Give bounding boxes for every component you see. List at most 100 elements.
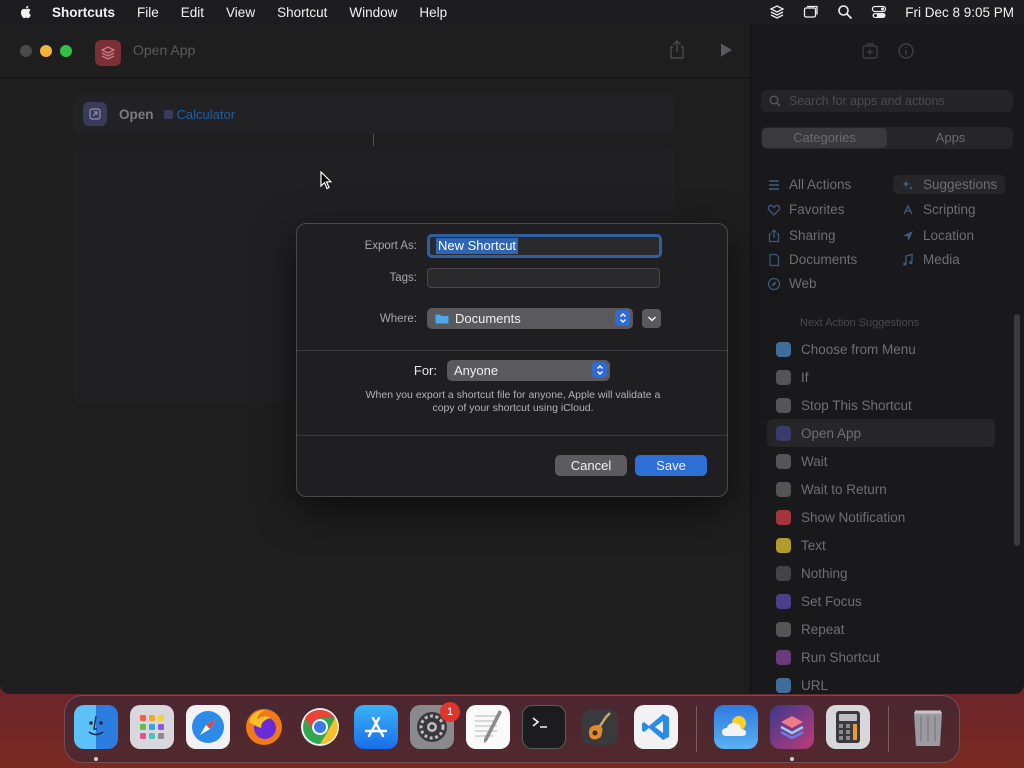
- shortcuts-running-indicator: [790, 757, 794, 761]
- category-sharing[interactable]: Sharing: [767, 228, 836, 243]
- menu-help[interactable]: Help: [419, 5, 447, 20]
- suggestion-item[interactable]: Nothing: [767, 559, 995, 587]
- run-shortcut-icon[interactable]: [718, 42, 734, 58]
- suggestion-label: Run Shortcut: [801, 649, 880, 665]
- category-location[interactable]: Location: [901, 228, 974, 243]
- close-window-button[interactable]: [20, 45, 32, 57]
- suggestion-item[interactable]: Text: [767, 531, 995, 559]
- info-icon[interactable]: [897, 42, 915, 60]
- category-suggestions[interactable]: Suggestions: [893, 175, 1006, 194]
- expand-dialog-button[interactable]: [642, 309, 661, 328]
- suggestion-item[interactable]: Stop This Shortcut: [767, 391, 995, 419]
- suggestion-item[interactable]: Wait: [767, 447, 995, 475]
- app-arrow-icon: [89, 108, 101, 120]
- share-icon[interactable]: [668, 40, 686, 60]
- chrome-icon[interactable]: [298, 705, 342, 749]
- shortcuts-icon[interactable]: [770, 705, 814, 749]
- terminal-icon[interactable]: [522, 705, 566, 749]
- suggestion-item[interactable]: URL: [767, 671, 995, 694]
- suggestion-item[interactable]: Set Focus: [767, 587, 995, 615]
- menu-shortcut[interactable]: Shortcut: [277, 5, 327, 20]
- suggestion-label: Nothing: [801, 565, 848, 581]
- suggestion-action-icon: [776, 453, 791, 469]
- app-store-icon[interactable]: [354, 705, 398, 749]
- menu-view[interactable]: View: [226, 5, 255, 20]
- zoom-window-button[interactable]: [60, 45, 72, 57]
- cancel-button[interactable]: Cancel: [555, 455, 627, 476]
- category-label: Location: [923, 228, 975, 243]
- control-center-icon[interactable]: [871, 4, 887, 20]
- save-button[interactable]: Save: [635, 455, 707, 476]
- next-action-suggestions-heading: Next Action Suggestions: [800, 317, 920, 329]
- layers-icon[interactable]: [769, 4, 785, 20]
- vscode-icon[interactable]: [634, 705, 678, 749]
- calculator-icon[interactable]: [826, 705, 870, 749]
- shortcut-icon[interactable]: [95, 40, 121, 66]
- category-media[interactable]: Media: [901, 252, 960, 267]
- export-as-selection: New Shortcut: [436, 238, 519, 254]
- suggestion-action-icon: [776, 369, 791, 385]
- textedit-icon[interactable]: [466, 705, 510, 749]
- minimize-window-button[interactable]: [40, 45, 52, 57]
- action-search-field[interactable]: [761, 90, 1013, 112]
- category-all-actions[interactable]: All Actions: [767, 177, 851, 192]
- category-web[interactable]: Web: [767, 276, 817, 291]
- export-dialog: Export As: New Shortcut Tags: Where: Doc…: [296, 223, 728, 497]
- safari-icon[interactable]: [186, 705, 230, 749]
- suggestion-action-icon: [776, 593, 791, 609]
- action-search-input[interactable]: [789, 94, 989, 108]
- suggestion-item[interactable]: If: [767, 363, 995, 391]
- music-note-icon: [903, 253, 913, 266]
- menu-app-name[interactable]: Shortcuts: [52, 5, 115, 20]
- panel-toolbar: [861, 42, 915, 60]
- dialog-divider: [297, 435, 727, 436]
- suggestion-label: Choose from Menu: [801, 341, 916, 357]
- suggestion-label: Wait: [801, 453, 828, 469]
- panel-scrollbar[interactable]: [1014, 314, 1020, 546]
- where-popup-button[interactable]: Documents: [427, 308, 633, 329]
- firefox-icon[interactable]: [242, 705, 286, 749]
- tags-field[interactable]: [427, 268, 660, 288]
- window-stack-icon[interactable]: [803, 4, 819, 20]
- for-popup-button[interactable]: Anyone: [447, 360, 610, 381]
- suggestion-action-icon: [776, 397, 791, 413]
- suggestion-item[interactable]: Choose from Menu: [767, 335, 995, 363]
- finder-icon[interactable]: [74, 705, 118, 749]
- category-scripting[interactable]: Scripting: [901, 202, 976, 217]
- library-segmented-control: Categories Apps: [761, 127, 1013, 149]
- suggestion-action-icon: [776, 677, 791, 693]
- menu-edit[interactable]: Edit: [181, 5, 204, 20]
- tab-apps[interactable]: Apps: [888, 127, 1013, 149]
- suggestion-action-icon: [776, 341, 791, 357]
- scripting-icon: [903, 204, 913, 214]
- where-label: Where:: [379, 313, 417, 325]
- suggestion-item[interactable]: Wait to Return: [767, 475, 995, 503]
- weather-icon[interactable]: [714, 705, 758, 749]
- for-value: Anyone: [454, 363, 499, 378]
- open-app-action[interactable]: Open Calculator: [73, 94, 675, 134]
- suggestion-item[interactable]: Repeat: [767, 615, 995, 643]
- suggestion-item[interactable]: Run Shortcut: [767, 643, 995, 671]
- suggestion-label: If: [801, 369, 809, 385]
- category-documents[interactable]: Documents: [767, 252, 857, 267]
- window-title[interactable]: Open App: [133, 42, 195, 58]
- menu-file[interactable]: File: [137, 5, 159, 20]
- add-to-library-icon[interactable]: [861, 42, 879, 60]
- menu-bar-status: Fri Dec 8 9:05 PM: [769, 4, 1014, 20]
- apple-logo-icon[interactable]: [18, 4, 34, 20]
- for-label: For:: [413, 363, 437, 378]
- category-favorites[interactable]: Favorites: [767, 202, 845, 217]
- chevron-down-icon: [647, 315, 656, 322]
- menu-bar-clock[interactable]: Fri Dec 8 9:05 PM: [905, 5, 1014, 20]
- suggestion-label: Wait to Return: [801, 481, 887, 497]
- garageband-icon[interactable]: [578, 705, 622, 749]
- action-app-name: Calculator: [176, 106, 236, 122]
- suggestion-item[interactable]: Open App: [767, 419, 995, 447]
- menu-window[interactable]: Window: [349, 5, 397, 20]
- launchpad-icon[interactable]: [130, 705, 174, 749]
- spotlight-search-icon[interactable]: [837, 4, 853, 20]
- suggestion-item[interactable]: Show Notification: [767, 503, 995, 531]
- trash-icon[interactable]: [906, 705, 950, 749]
- action-app-parameter[interactable]: Calculator: [163, 106, 236, 122]
- tab-categories[interactable]: Categories: [762, 128, 887, 148]
